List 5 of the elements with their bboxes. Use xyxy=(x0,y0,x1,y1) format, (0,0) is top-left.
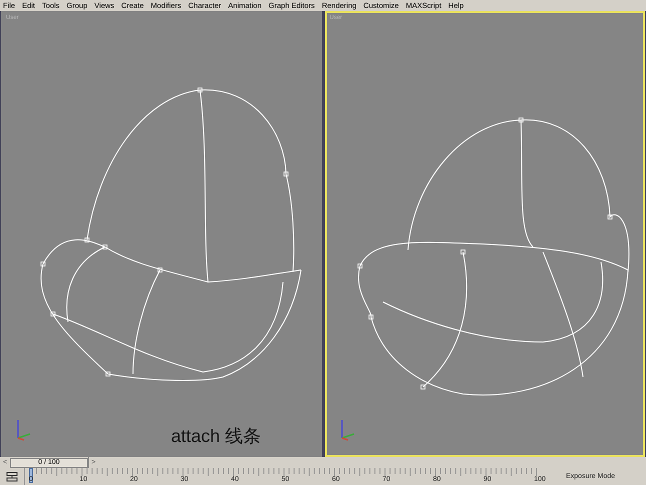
time-cursor[interactable] xyxy=(29,468,33,483)
key-filter-icon[interactable] xyxy=(6,472,18,482)
annotation-text: attach 线条 xyxy=(171,425,262,448)
axis-tripod-icon xyxy=(15,419,31,441)
axis-tripod-icon xyxy=(338,419,354,441)
